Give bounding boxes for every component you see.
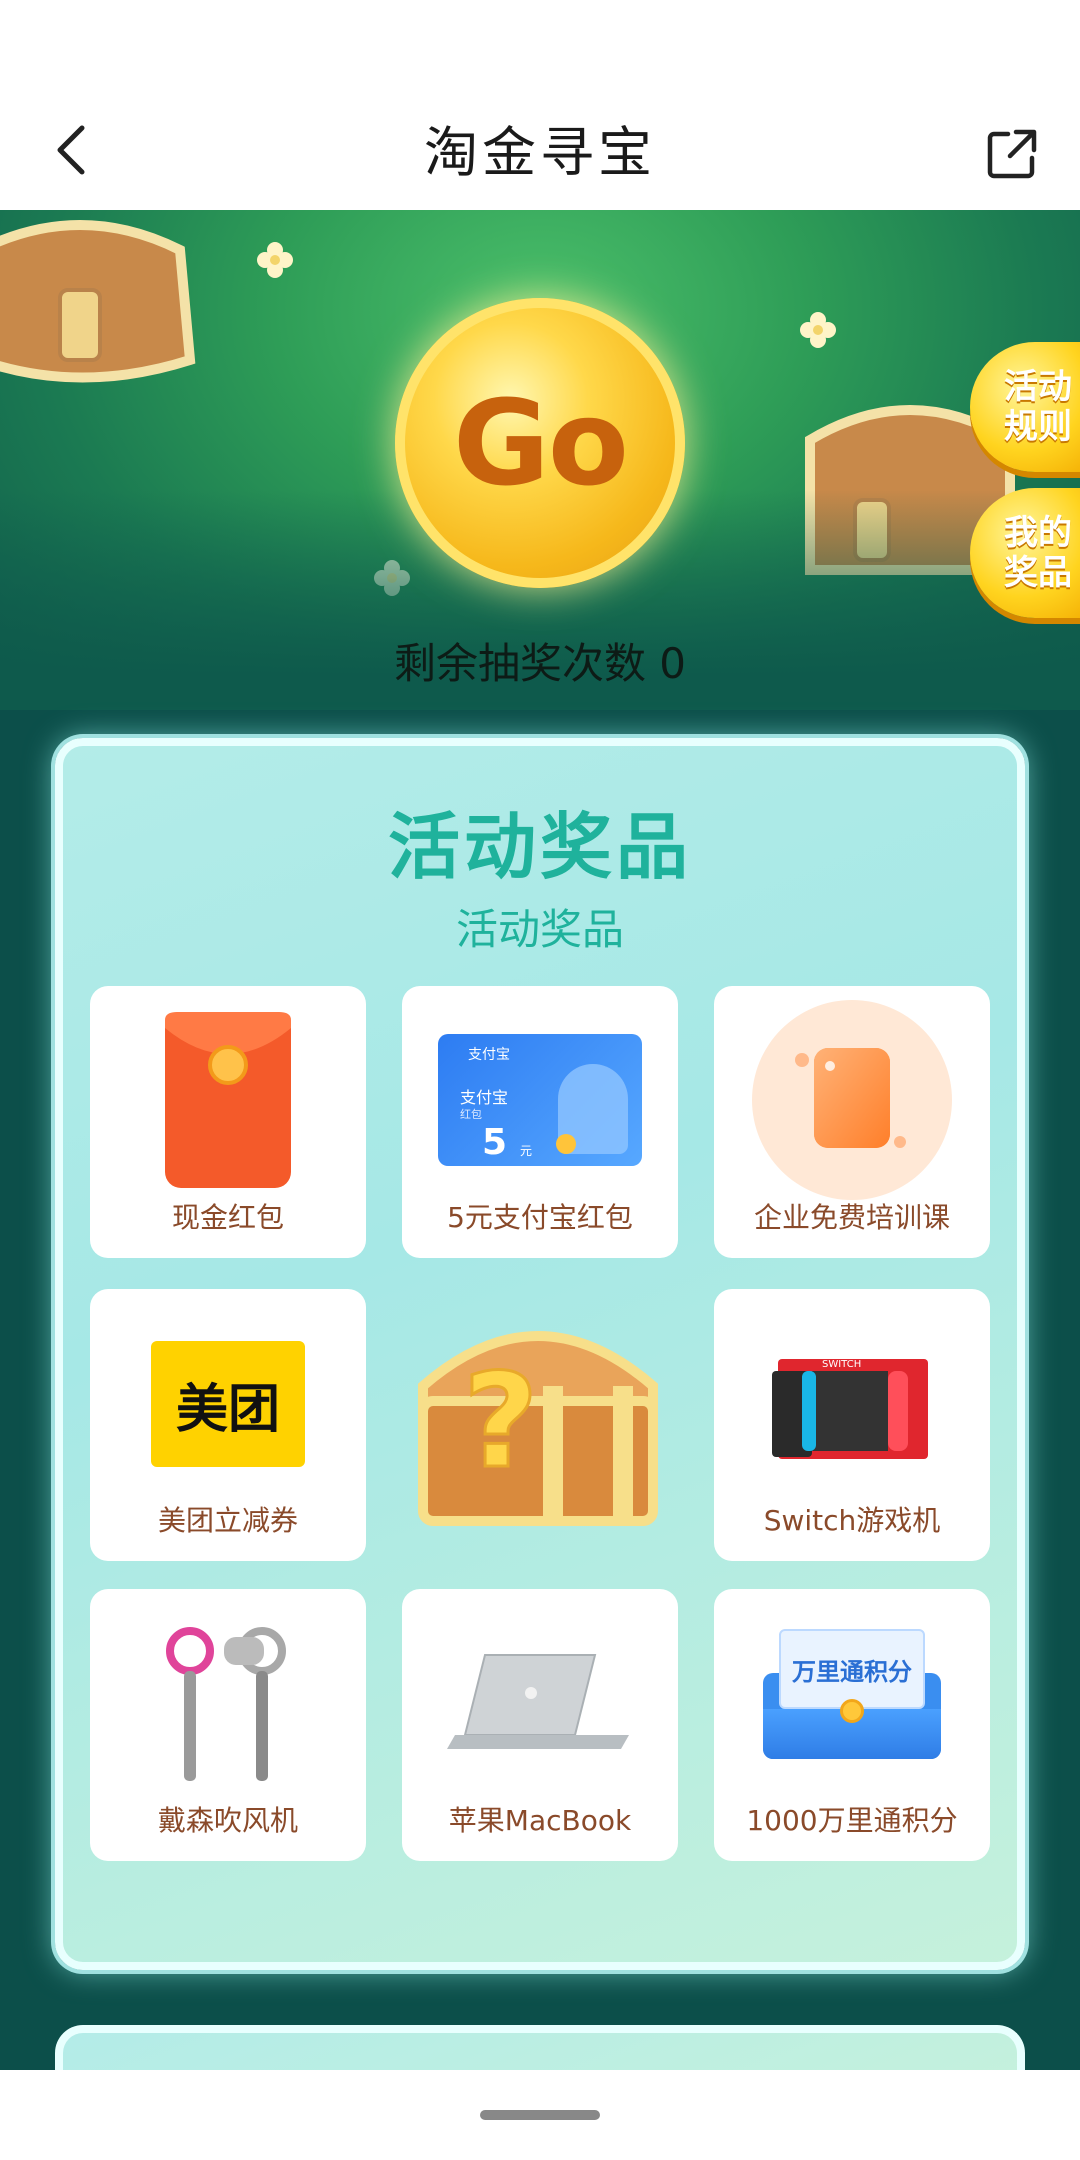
- prize-card-dyson-dryer[interactable]: 戴森吹风机: [90, 1589, 366, 1861]
- prize-card-training-course[interactable]: 企业免费培训课: [714, 986, 990, 1258]
- prize-label: 苹果MacBook: [448, 1804, 632, 1837]
- prize-panel: 活动奖品 活动奖品 现金红包 支付宝 支付宝 红包 5 元 5元支付宝红包 企业…: [55, 738, 1025, 1970]
- alipay-card-amount: 5: [482, 1122, 508, 1163]
- remaining-draws-text: 剩余抽奖次数 0: [393, 639, 687, 688]
- switch-console-icon: SWITCH: [772, 1359, 928, 1459]
- home-indicator[interactable]: [480, 2110, 600, 2120]
- alipay-brand-text: 支付宝: [468, 1047, 510, 1063]
- course-icon: [752, 1000, 952, 1200]
- go-label: Go: [453, 374, 629, 512]
- alipay-card-caption: 红包: [460, 1108, 482, 1121]
- flower-icon: [257, 242, 293, 278]
- prize-card-switch[interactable]: SWITCH Switch游戏机: [714, 1289, 990, 1561]
- red-envelope-icon: [165, 1012, 291, 1188]
- flower-icon: [800, 312, 836, 348]
- prize-label: 1000万里通积分: [746, 1804, 958, 1837]
- page-title: 淘金寻宝: [424, 121, 656, 184]
- alipay-card-title: 支付宝: [460, 1088, 509, 1107]
- status-bar: [0, 0, 1080, 90]
- prize-label: Switch游戏机: [763, 1504, 941, 1537]
- prize-label: 戴森吹风机: [157, 1804, 298, 1837]
- my-prizes-button-label: 我的奖品: [1004, 513, 1072, 593]
- meituan-logo-icon: 美团: [151, 1341, 305, 1467]
- alipay-card-unit: 元: [520, 1144, 533, 1158]
- prize-label: 现金红包: [171, 1201, 284, 1234]
- points-envelope-icon: 万里通积分: [757, 1629, 947, 1759]
- alipay-card-icon: 支付宝 支付宝 红包 5 元: [438, 1034, 642, 1166]
- go-button[interactable]: Go: [395, 298, 685, 588]
- laptop-icon: [447, 1654, 629, 1749]
- svg-text:?: ?: [463, 1345, 538, 1497]
- prize-card-meituan-coupon[interactable]: 美团 美团立减券: [90, 1289, 366, 1561]
- share-button[interactable]: [984, 126, 1040, 182]
- meituan-logo-text: 美团: [175, 1379, 280, 1440]
- rules-button-label: 活动规则: [1004, 367, 1072, 447]
- svg-text:SWITCH: SWITCH: [822, 1359, 861, 1370]
- prize-label: 企业免费培训课: [753, 1201, 950, 1234]
- prize-card-macbook[interactable]: 苹果MacBook: [402, 1589, 678, 1861]
- share-icon: [987, 129, 1037, 179]
- prize-panel-subtitle: 活动奖品: [455, 905, 624, 954]
- prize-card-alipay-red-envelope[interactable]: 支付宝 支付宝 红包 5 元 5元支付宝红包: [402, 986, 678, 1258]
- prize-card-points[interactable]: 万里通积分 1000万里通积分: [714, 1589, 990, 1861]
- nav-bar: 淘金寻宝: [0, 90, 1080, 210]
- prize-panel-title: 活动奖品: [387, 805, 692, 889]
- prize-label: 5元支付宝红包: [447, 1201, 633, 1234]
- mystery-chest-icon[interactable]: ?: [403, 1296, 673, 1536]
- hair-dryer-icon: [166, 1627, 286, 1781]
- prize-card-cash-red-envelope[interactable]: 现金红包: [90, 986, 366, 1258]
- points-envelope-text: 万里通积分: [792, 1657, 912, 1686]
- prize-label: 美团立减券: [157, 1504, 298, 1537]
- hero-banner: Go 剩余抽奖次数 0 活动规则 我的奖品: [0, 210, 1080, 710]
- treasure-chest-left-icon: [0, 220, 196, 383]
